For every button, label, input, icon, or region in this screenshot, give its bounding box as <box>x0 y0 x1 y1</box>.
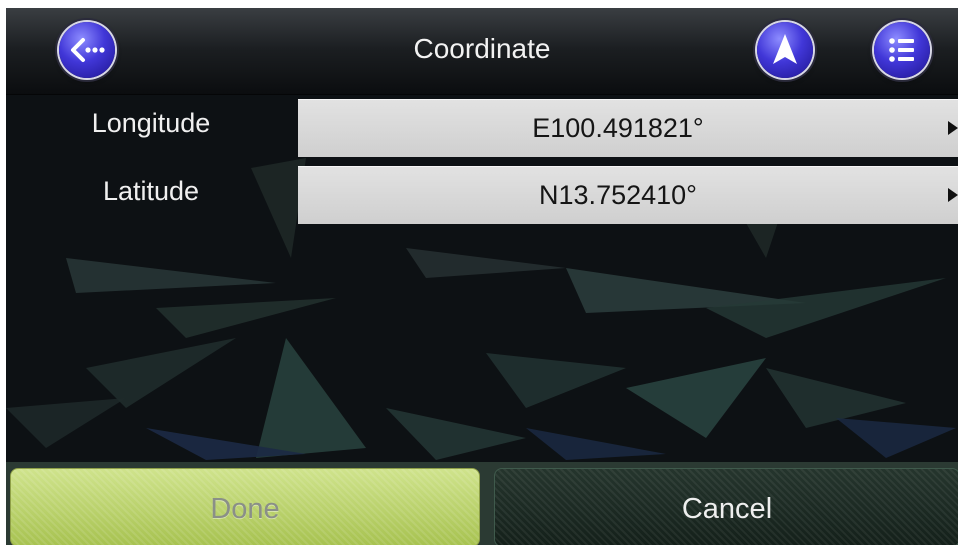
latitude-label: Latitude <box>102 176 200 206</box>
cancel-button[interactable]: Cancel <box>494 468 958 545</box>
menu-button[interactable] <box>874 22 930 78</box>
latitude-value: N13.752410° <box>539 180 697 210</box>
done-button[interactable]: Done <box>10 468 480 545</box>
longitude-value: E100.491821° <box>532 113 704 143</box>
title-bar: Coordinate <box>6 8 958 95</box>
longitude-field[interactable]: E100.491821° <box>298 99 958 157</box>
latitude-field[interactable]: N13.752410° <box>298 166 958 224</box>
list-menu-icon <box>889 38 914 62</box>
navigate-button[interactable] <box>757 22 813 78</box>
action-bar: Done Cancel <box>6 462 958 545</box>
chevron-right-icon <box>948 121 958 135</box>
longitude-label: Longitude <box>91 108 211 138</box>
page-title: Coordinate <box>413 33 551 64</box>
coordinate-screen: Coordinate Longitude E100.491821° Latitu… <box>6 8 958 545</box>
back-button[interactable] <box>59 22 115 78</box>
back-arrow-icon <box>71 38 105 62</box>
chevron-right-icon <box>948 188 958 202</box>
navigation-arrow-icon <box>773 34 797 64</box>
